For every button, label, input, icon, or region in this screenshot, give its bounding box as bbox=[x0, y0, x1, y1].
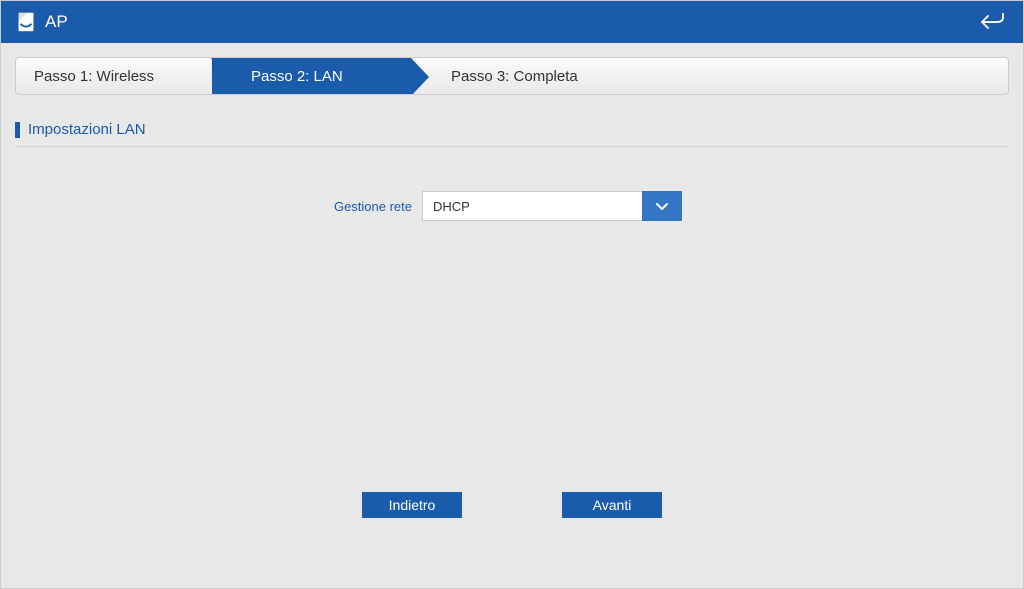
step-arrow-icon bbox=[411, 58, 429, 95]
network-select-toggle[interactable] bbox=[642, 191, 682, 221]
chevron-down-icon bbox=[655, 201, 669, 211]
titlebar: AP bbox=[1, 1, 1023, 43]
network-label: Gestione rete bbox=[212, 199, 412, 214]
app-window: AP Passo 1: Wireless Passo 2: LAN Passo … bbox=[0, 0, 1024, 589]
back-button[interactable]: Indietro bbox=[362, 492, 462, 518]
section-marker-icon bbox=[15, 122, 20, 138]
app-icon bbox=[15, 11, 37, 33]
network-management-row: Gestione rete DHCP bbox=[15, 191, 1009, 221]
network-select-value: DHCP bbox=[422, 191, 642, 221]
wizard-stepper: Passo 1: Wireless Passo 2: LAN Passo 3: … bbox=[15, 57, 1009, 95]
step-label: Passo 1: Wireless bbox=[34, 68, 154, 85]
step-lan[interactable]: Passo 2: LAN bbox=[211, 58, 411, 94]
section-title: Impostazioni LAN bbox=[28, 121, 146, 138]
wizard-buttons: Indietro Avanti bbox=[1, 492, 1023, 518]
button-label: Avanti bbox=[593, 497, 632, 513]
step-complete[interactable]: Passo 3: Completa bbox=[411, 58, 608, 94]
step-label: Passo 3: Completa bbox=[451, 68, 578, 85]
section-header: Impostazioni LAN bbox=[15, 121, 1009, 147]
network-select[interactable]: DHCP bbox=[422, 191, 682, 221]
button-label: Indietro bbox=[389, 497, 436, 513]
back-nav-button[interactable] bbox=[971, 7, 1011, 37]
titlebar-title: AP bbox=[45, 12, 68, 32]
step-arrow-icon bbox=[211, 58, 229, 95]
content-area: Passo 1: Wireless Passo 2: LAN Passo 3: … bbox=[1, 43, 1023, 235]
next-button[interactable]: Avanti bbox=[562, 492, 662, 518]
step-label: Passo 2: LAN bbox=[251, 68, 343, 85]
step-wireless[interactable]: Passo 1: Wireless bbox=[16, 58, 211, 94]
back-arrow-icon bbox=[976, 9, 1006, 35]
